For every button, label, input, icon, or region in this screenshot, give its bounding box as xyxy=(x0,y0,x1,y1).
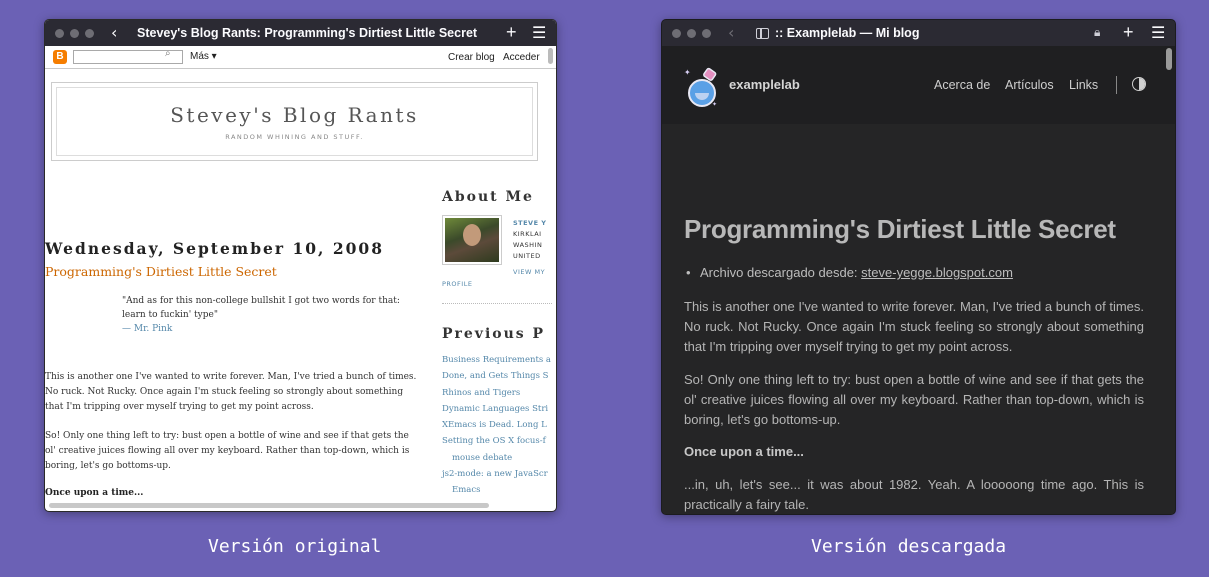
more-menu[interactable]: Más ▾ xyxy=(190,51,217,62)
search-icon[interactable]: ⌕ xyxy=(165,48,171,59)
lock-icon[interactable]: 🔒︎ xyxy=(1094,25,1100,40)
source-link[interactable]: steve-yegge.blogspot.com xyxy=(861,265,1013,280)
previous-posts-heading: Previous P xyxy=(442,326,546,342)
flask-logo-icon[interactable]: ✦ ✦ xyxy=(682,66,720,108)
site-brand[interactable]: examplelab xyxy=(729,77,800,92)
view-profile-link[interactable]: VIEW MY xyxy=(513,268,545,276)
source-label: Archivo descargado desde: xyxy=(700,265,858,280)
previous-post-link[interactable]: mouse debate xyxy=(442,450,551,466)
hamburger-menu-icon[interactable]: ☰ xyxy=(1151,23,1165,42)
new-tab-plus-icon[interactable]: + xyxy=(506,22,517,43)
window-title: :: Examplelab — Mi blog xyxy=(775,26,920,40)
previous-post-link[interactable]: Emacs xyxy=(442,482,551,498)
profile-link[interactable]: PROFILE xyxy=(442,280,472,288)
quote-text: "And as for this non-college bullshit I … xyxy=(122,296,400,320)
back-arrow-icon[interactable]: ‹ xyxy=(111,23,117,42)
vertical-scrollbar[interactable] xyxy=(1166,48,1172,70)
post-date: Wednesday, September 10, 2008 xyxy=(45,239,384,258)
article-paragraph: This is another one I've wanted to write… xyxy=(684,299,1144,354)
window-title: Stevey's Blog Rants: Programming's Dirti… xyxy=(137,26,478,40)
article-title: Programming's Dirtiest Little Secret xyxy=(684,214,1116,244)
nav-links[interactable]: Links xyxy=(1069,78,1098,92)
sidebar-divider xyxy=(442,303,552,304)
nav-divider xyxy=(1116,76,1117,94)
blogger-navbar: B ⌕ Más ▾ Crear blog Acceder xyxy=(45,46,556,69)
source-line: Archivo descargado desde: steve-yegge.bl… xyxy=(686,265,1013,280)
caption-downloaded: Versión descargada xyxy=(811,536,1007,557)
about-me-heading: About Me xyxy=(442,189,534,205)
window-controls[interactable] xyxy=(55,29,94,38)
create-blog-link[interactable]: Crear blog xyxy=(448,52,495,63)
blog-page: Stevey's Blog Rants RANDOM WHINING AND S… xyxy=(45,68,556,511)
previous-post-link[interactable]: Dynamic Languages Stri xyxy=(442,401,551,417)
article-paragraph: So! Only one thing left to try: bust ope… xyxy=(684,372,1144,427)
downloaded-browser-window: ‹ :: Examplelab — Mi blog 🔒︎ + ☰ ✦ ✦ exa… xyxy=(661,19,1176,515)
right-titlebar: ‹ :: Examplelab — Mi blog 🔒︎ + ☰ xyxy=(662,20,1175,46)
post-title-link[interactable]: Programming's Dirtiest Little Secret xyxy=(45,264,277,279)
previous-post-link[interactable]: Setting the OS X focus-f xyxy=(442,433,551,449)
left-titlebar: ‹ Stevey's Blog Rants: Programming's Dir… xyxy=(45,20,556,46)
article-body: Programming's Dirtiest Little Secret Arc… xyxy=(662,124,1175,514)
article-subheading: Once upon a time... xyxy=(684,444,804,459)
blog-description: RANDOM WHINING AND STUFF. xyxy=(225,133,364,141)
profile-details: STEVE Y KIRKLAI WASHIN UNITED xyxy=(513,218,547,262)
profile-name-link[interactable]: STEVE Y xyxy=(513,218,547,229)
blog-title[interactable]: Stevey's Blog Rants xyxy=(57,103,532,127)
horizontal-scrollbar[interactable] xyxy=(49,503,489,508)
profile-location: WASHIN xyxy=(513,241,543,249)
nav-about[interactable]: Acerca de xyxy=(934,78,990,92)
previous-post-link[interactable]: js2-mode: a new JavaScr xyxy=(442,466,551,482)
hamburger-menu-icon[interactable]: ☰ xyxy=(532,23,546,42)
vertical-scrollbar[interactable] xyxy=(548,48,553,64)
post-quote: "And as for this non-college bullshit I … xyxy=(122,294,422,336)
previous-post-link[interactable]: Done, and Gets Things S xyxy=(442,368,551,384)
login-link[interactable]: Acceder xyxy=(503,52,540,63)
profile-location: KIRKLAI xyxy=(513,230,542,238)
quote-attribution-link[interactable]: — Mr. Pink xyxy=(122,322,422,336)
caption-original: Versión original xyxy=(208,536,382,557)
reader-view-icon[interactable] xyxy=(756,28,769,39)
blog-header: Stevey's Blog Rants RANDOM WHINING AND S… xyxy=(51,82,538,161)
back-arrow-icon[interactable]: ‹ xyxy=(728,23,734,42)
profile-photo[interactable] xyxy=(442,215,502,265)
svg-text:✦: ✦ xyxy=(684,68,691,77)
site-header: ✦ ✦ examplelab Acerca de Artículos Links xyxy=(662,46,1175,124)
post-paragraph: So! Only one thing left to try: bust ope… xyxy=(45,431,410,471)
nav-articles[interactable]: Artículos xyxy=(1005,78,1054,92)
svg-text:✦: ✦ xyxy=(712,101,717,108)
window-controls[interactable] xyxy=(672,29,711,38)
post-paragraph: This is another one I've wanted to write… xyxy=(45,372,417,412)
original-browser-window: ‹ Stevey's Blog Rants: Programming's Dir… xyxy=(44,19,557,512)
previous-posts-list: Business Requirements a Done, and Gets T… xyxy=(442,352,551,499)
previous-post-link[interactable]: Business Requirements a xyxy=(442,352,551,368)
profile-location: UNITED xyxy=(513,252,541,260)
theme-toggle-icon[interactable] xyxy=(1132,77,1146,91)
blogger-logo-icon[interactable]: B xyxy=(53,50,67,64)
new-tab-plus-icon[interactable]: + xyxy=(1123,22,1134,43)
post-subheading: Once upon a time... xyxy=(45,488,144,498)
previous-post-link[interactable]: XEmacs is Dead. Long L xyxy=(442,417,551,433)
previous-post-link[interactable]: Rhinos and Tigers xyxy=(442,385,551,401)
article-paragraph: ...in, uh, let's see... it was about 198… xyxy=(684,477,1144,512)
